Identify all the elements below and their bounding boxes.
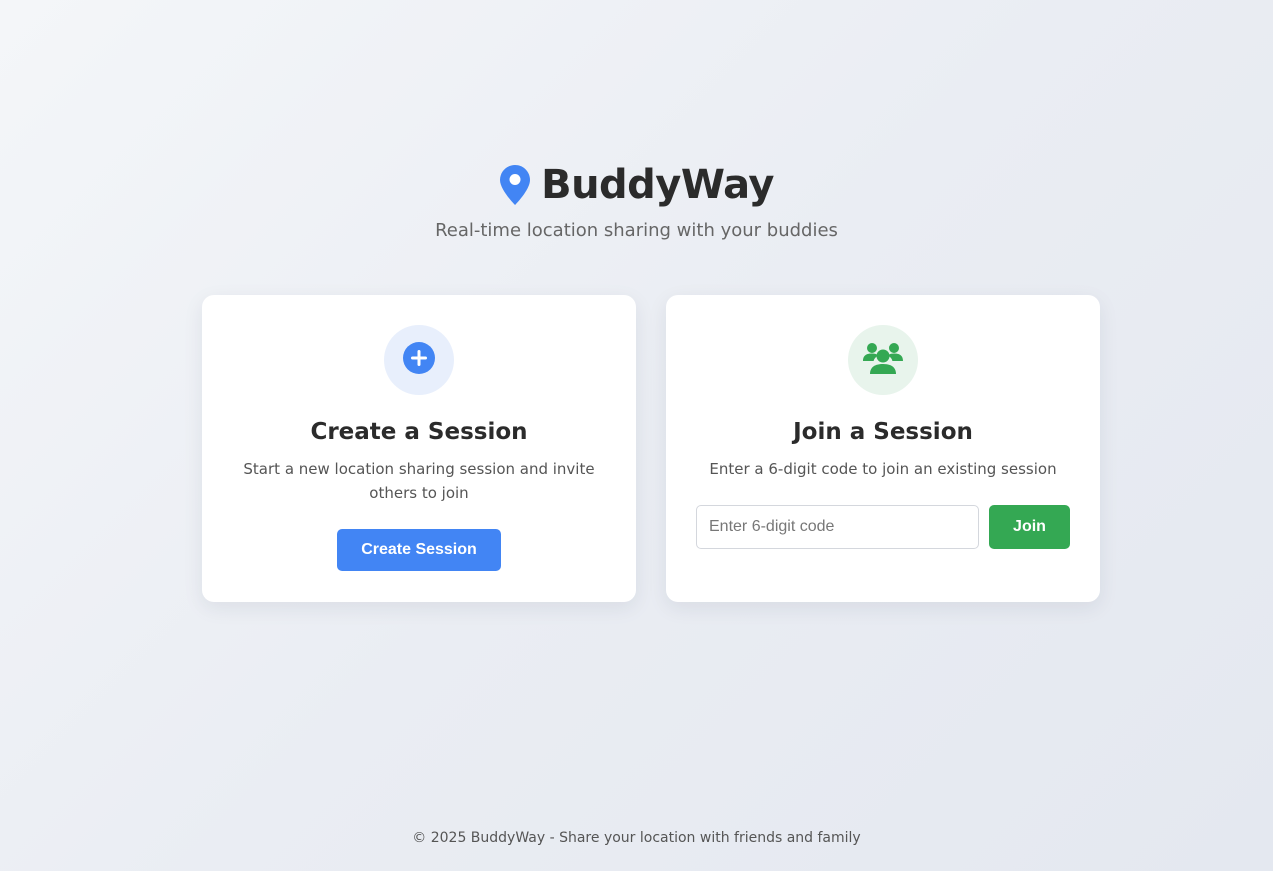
join-session-description: Enter a 6-digit code to join an existing… xyxy=(709,460,1057,478)
app-header: BuddyWay Real-time location sharing with… xyxy=(0,160,1273,241)
brand: BuddyWay xyxy=(0,160,1273,210)
app-title: BuddyWay xyxy=(541,162,774,208)
footer-text: © 2025 BuddyWay - Share your location wi… xyxy=(412,830,861,846)
create-icon-badge xyxy=(384,325,454,395)
join-session-card: Join a Session Enter a 6-digit code to j… xyxy=(666,295,1100,602)
map-pin-icon xyxy=(499,164,531,206)
session-cards: Create a Session Start a new location sh… xyxy=(202,295,1100,602)
create-session-button[interactable]: Create Session xyxy=(337,529,501,571)
join-button[interactable]: Join xyxy=(989,505,1070,549)
app-tagline: Real-time location sharing with your bud… xyxy=(435,220,838,241)
join-session-title: Join a Session xyxy=(793,419,973,445)
users-icon xyxy=(863,342,903,378)
join-icon-badge xyxy=(848,325,918,395)
session-code-input[interactable] xyxy=(696,505,979,549)
create-session-card: Create a Session Start a new location sh… xyxy=(202,295,636,602)
join-form: Join xyxy=(696,505,1070,549)
plus-circle-icon xyxy=(403,342,435,378)
create-session-description: Start a new location sharing session and… xyxy=(243,460,595,502)
create-session-title: Create a Session xyxy=(310,419,528,445)
